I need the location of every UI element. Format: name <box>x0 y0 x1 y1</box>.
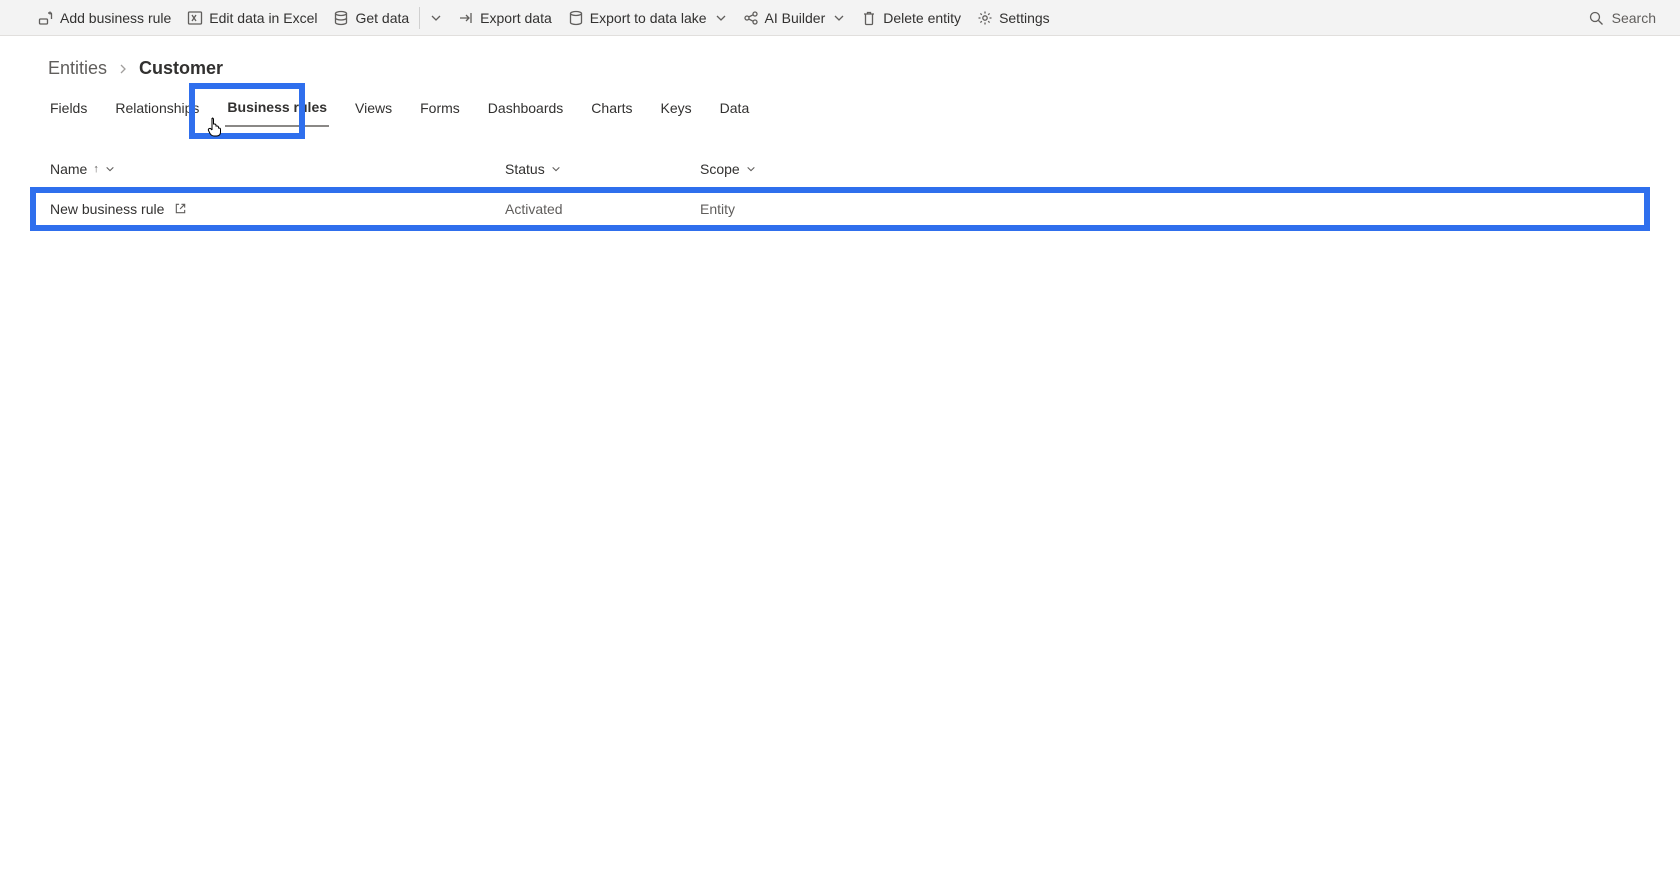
tab-charts[interactable]: Charts <box>589 94 634 126</box>
ai-builder-label: AI Builder <box>765 10 826 26</box>
cursor-pointer-icon <box>207 117 223 133</box>
ai-builder-button[interactable]: AI Builder <box>735 0 854 36</box>
command-bar: Add business rule Edit data in Excel Get… <box>0 0 1680 36</box>
export-data-button[interactable]: Export data <box>450 0 560 36</box>
tab-forms[interactable]: Forms <box>418 94 462 126</box>
get-data-label: Get data <box>355 10 409 26</box>
tab-data[interactable]: Data <box>718 94 752 126</box>
chevron-down-icon <box>551 164 561 174</box>
row-status-label: Activated <box>505 201 700 217</box>
sort-ascending-icon: ↑ <box>93 163 99 175</box>
breadcrumb-current: Customer <box>139 58 223 79</box>
entity-tabs: Fields Relationships Business rules View… <box>48 93 1632 127</box>
column-header-scope[interactable]: Scope <box>700 161 1632 177</box>
excel-icon <box>187 10 203 26</box>
search-button[interactable]: Search <box>1574 10 1670 26</box>
database-export-icon <box>568 10 584 26</box>
row-name-label: New business rule <box>50 201 164 217</box>
database-icon <box>333 10 349 26</box>
chevron-right-icon <box>117 63 129 75</box>
add-business-rule-button[interactable]: Add business rule <box>30 0 179 36</box>
chevron-down-icon <box>746 164 756 174</box>
breadcrumb: Entities Customer <box>48 54 1632 79</box>
toolbar-separator <box>419 7 420 29</box>
gear-icon <box>977 10 993 26</box>
column-status-label: Status <box>505 161 545 177</box>
table-row[interactable]: New business rule Activated Entity <box>36 193 1644 225</box>
trash-icon <box>861 10 877 26</box>
column-header-status[interactable]: Status <box>505 161 700 177</box>
open-external-icon[interactable] <box>174 202 188 216</box>
ai-icon <box>743 10 759 26</box>
chevron-down-icon <box>428 10 444 26</box>
edit-excel-button[interactable]: Edit data in Excel <box>179 0 325 36</box>
column-name-label: Name <box>50 161 87 177</box>
get-data-button[interactable]: Get data <box>325 0 417 36</box>
tab-dashboards[interactable]: Dashboards <box>486 94 566 126</box>
annotation-highlight-box: New business rule Activated Entity <box>30 187 1650 231</box>
tab-keys[interactable]: Keys <box>659 94 694 126</box>
breadcrumb-root[interactable]: Entities <box>48 58 107 79</box>
delete-entity-label: Delete entity <box>883 10 961 26</box>
tab-business-rules[interactable]: Business rules <box>225 93 329 127</box>
tab-fields[interactable]: Fields <box>48 94 89 126</box>
export-data-label: Export data <box>480 10 552 26</box>
export-lake-label: Export to data lake <box>590 10 707 26</box>
settings-label: Settings <box>999 10 1050 26</box>
settings-button[interactable]: Settings <box>969 0 1058 36</box>
search-label: Search <box>1612 10 1656 26</box>
export-icon <box>458 10 474 26</box>
add-flow-icon <box>38 10 54 26</box>
chevron-down-icon <box>105 164 115 174</box>
tab-views[interactable]: Views <box>353 94 394 126</box>
add-business-rule-label: Add business rule <box>60 10 171 26</box>
export-lake-button[interactable]: Export to data lake <box>560 0 735 36</box>
delete-entity-button[interactable]: Delete entity <box>853 0 969 36</box>
chevron-down-icon <box>715 12 727 24</box>
get-data-dropdown[interactable] <box>422 0 450 36</box>
column-header-name[interactable]: Name ↑ <box>50 161 505 177</box>
search-icon <box>1588 10 1604 26</box>
tab-relationships[interactable]: Relationships <box>113 94 201 126</box>
edit-excel-label: Edit data in Excel <box>209 10 317 26</box>
table-header: Name ↑ Status Scope <box>48 161 1632 187</box>
column-scope-label: Scope <box>700 161 740 177</box>
chevron-down-icon <box>833 12 845 24</box>
row-scope-label: Entity <box>700 201 1632 217</box>
